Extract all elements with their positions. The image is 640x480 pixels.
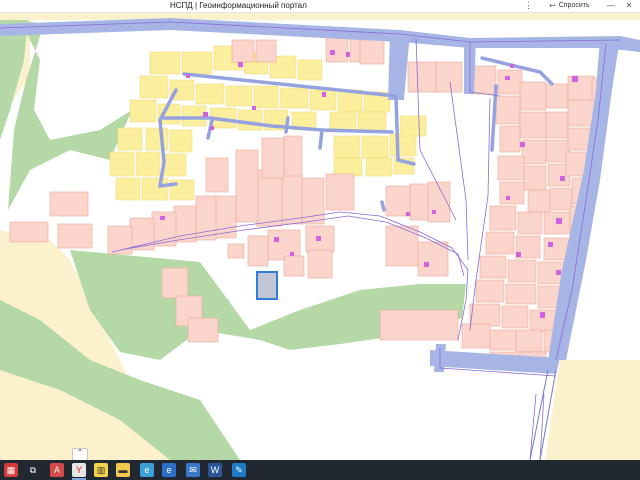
close-icon[interactable]: ✕ (622, 0, 636, 11)
ask-button[interactable]: ↩ Спросить (546, 0, 593, 11)
cian-logo-icon: ⌂ (380, 386, 397, 417)
task-view-icon[interactable]: ⧉ (26, 463, 40, 477)
paint-icon[interactable]: ✎ (232, 463, 246, 477)
edge-icon[interactable]: e (140, 463, 154, 477)
word-icon[interactable]: W (208, 463, 222, 477)
pdf-icon[interactable]: A (50, 463, 64, 477)
sticky-notes-icon[interactable]: ▥ (94, 463, 108, 477)
start-icon[interactable]: ▦ (4, 463, 18, 477)
minimize-icon[interactable]: — (604, 0, 618, 11)
file-explorer-icon[interactable]: ▬ (116, 463, 130, 477)
arrow-icon: ↩ (549, 1, 556, 10)
taskbar: ▦ ⧉ A Y ▥ ▬ e e ✉ W ✎ (0, 460, 640, 480)
watermark: ЦИАН (414, 386, 505, 419)
selected-parcel[interactable] (256, 271, 278, 300)
ask-button-label: Спросить (558, 2, 590, 9)
ellipsis-icon[interactable]: ⋮ (524, 0, 533, 11)
map-canvas[interactable] (0, 12, 640, 460)
yandex-browser-icon[interactable]: Y (72, 463, 86, 477)
mail-icon[interactable]: ✉ (186, 463, 200, 477)
cadastral-map[interactable]: ⌂ ЦИАН ⌃⌄ (0, 12, 640, 460)
internet-explorer-icon[interactable]: e (162, 463, 176, 477)
browser-title-bar: НСПД | Геоинформационный портал ⋮ ↩ Спро… (0, 0, 640, 13)
zoom-toggle-icon[interactable]: ⌃⌄ (72, 448, 88, 460)
page-title: НСПД | Геоинформационный портал (170, 1, 307, 10)
